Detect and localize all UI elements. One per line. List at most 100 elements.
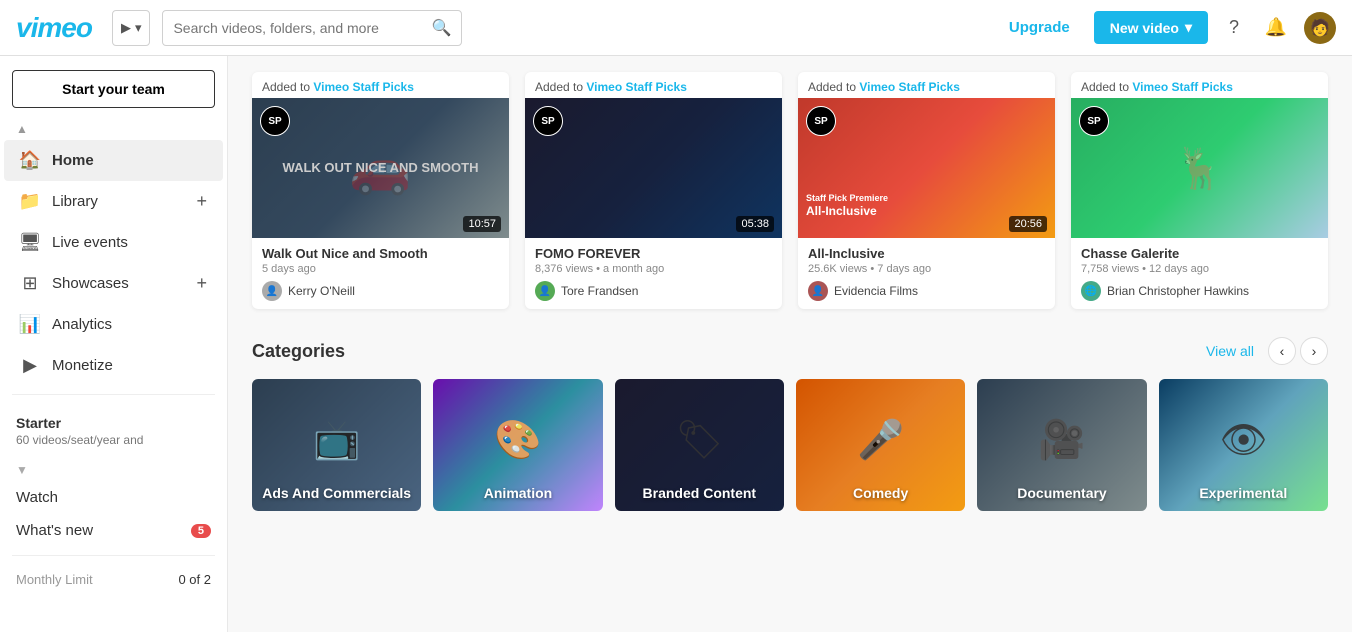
experimental-icon: 👁	[1219, 419, 1267, 463]
comedy-icon: 🎤	[857, 419, 904, 463]
video-info: Chasse Galerite 7,758 views • 12 days ag…	[1071, 238, 1328, 309]
help-icon[interactable]: ?	[1220, 14, 1248, 42]
sidebar-divider	[12, 394, 215, 395]
video-author: 👤 Evidencia Films	[808, 281, 1045, 301]
card-tag: Added to Vimeo Staff Picks	[798, 72, 1055, 98]
sidebar-item-analytics[interactable]: 📊 Analytics	[4, 304, 223, 345]
video-meta: 5 days ago	[262, 263, 499, 275]
sidebar-item-label: Home	[52, 152, 94, 169]
video-card-4[interactable]: Added to Vimeo Staff Picks 🦌 SP Chasse G…	[1071, 72, 1328, 309]
dropdown-chevron-icon: ▾	[135, 20, 142, 36]
author-avatar: 🌐	[1081, 281, 1101, 301]
header: vimeo ▶ ▾ 🔍 Upgrade New video ▾ ? 🔔 🧑	[0, 0, 1352, 56]
starter-title: Starter	[16, 415, 211, 431]
monthly-limit-row: Monthly Limit 0 of 2	[0, 564, 227, 595]
video-author: 👤 Kerry O'Neill	[262, 281, 499, 301]
starter-subtitle: 60 videos/seat/year and	[16, 433, 211, 447]
sp-badge: SP	[1079, 106, 1109, 136]
sidebar-item-whats-new[interactable]: What's new 5	[0, 514, 227, 547]
video-card-2[interactable]: Added to Vimeo Staff Picks SP 05:38 FOMO…	[525, 72, 782, 309]
video-info: All-Inclusive 25.6K views • 7 days ago 👤…	[798, 238, 1055, 309]
sidebar-item-live-events[interactable]: 🖥 Live events	[4, 222, 223, 263]
search-type-btn[interactable]: ▶ ▾	[112, 10, 151, 46]
home-icon: 🏠	[20, 150, 40, 171]
sidebar-item-monetize[interactable]: ▶ Monetize	[4, 345, 223, 386]
header-icons: ? 🔔 🧑	[1220, 12, 1336, 44]
video-thumbnail: 🚗 WALK OUT NICE AND SMOOTH SP 10:57	[252, 98, 509, 238]
library-icon: 📁	[20, 191, 40, 212]
category-label: Animation	[433, 485, 602, 501]
category-animation[interactable]: 🎨 Animation	[433, 379, 602, 511]
sidebar-item-label: Live events	[52, 234, 128, 251]
video-card-1[interactable]: Added to Vimeo Staff Picks 🚗 WALK OUT NI…	[252, 72, 509, 309]
sidebar-item-label: Monetize	[52, 357, 113, 374]
category-comedy[interactable]: 🎤 Comedy	[796, 379, 965, 511]
sidebar-item-label: Showcases	[52, 275, 129, 292]
category-branded[interactable]: 🏷 Branded Content	[615, 379, 784, 511]
categories-grid: 📺 Ads And Commercials 🎨 Animation 🏷 Bran…	[252, 379, 1328, 511]
sidebar-item-label: Library	[52, 193, 98, 210]
ads-icon: 📺	[313, 419, 360, 463]
sidebar-item-showcases[interactable]: ⊞ Showcases +	[4, 263, 223, 304]
staff-picks-grid: Added to Vimeo Staff Picks 🚗 WALK OUT NI…	[252, 72, 1328, 309]
watch-label: Watch	[16, 489, 58, 506]
notifications-icon[interactable]: 🔔	[1262, 14, 1290, 42]
new-video-button[interactable]: New video ▾	[1094, 11, 1208, 44]
video-author: 👤 Tore Frandsen	[535, 281, 772, 301]
monthly-limit-value: 0 of 2	[178, 572, 211, 587]
animation-icon: 🎨	[494, 419, 541, 463]
whats-new-badge: 5	[191, 524, 211, 538]
categories-next-button[interactable]: ›	[1300, 337, 1328, 365]
sp-badge: SP	[533, 106, 563, 136]
category-label: Comedy	[796, 485, 965, 501]
sidebar-item-home[interactable]: 🏠 Home	[4, 140, 223, 181]
sidebar-item-label: Analytics	[52, 316, 112, 333]
video-meta: 25.6K views • 7 days ago	[808, 263, 1045, 275]
video-thumbnail: SP 05:38	[525, 98, 782, 238]
main-content: Added to Vimeo Staff Picks 🚗 WALK OUT NI…	[228, 56, 1352, 632]
category-label: Branded Content	[615, 485, 784, 501]
category-label: Experimental	[1159, 485, 1328, 501]
analytics-icon: 📊	[20, 314, 40, 335]
search-input[interactable]	[173, 20, 425, 36]
monetize-icon: ▶	[20, 355, 40, 376]
video-icon: ▶	[121, 20, 131, 36]
sp-badge: SP	[260, 106, 290, 136]
author-avatar: 👤	[535, 281, 555, 301]
showcases-icon: ⊞	[20, 273, 40, 294]
avatar[interactable]: 🧑	[1304, 12, 1336, 44]
video-info: Walk Out Nice and Smooth 5 days ago 👤 Ke…	[252, 238, 509, 309]
starter-info: Starter 60 videos/seat/year and	[0, 403, 227, 459]
start-team-button[interactable]: Start your team	[12, 70, 215, 108]
sidebar-item-watch[interactable]: Watch	[0, 481, 227, 514]
category-documentary[interactable]: 🎥 Documentary	[977, 379, 1146, 511]
video-title: All-Inclusive	[808, 246, 1045, 261]
search-icon[interactable]: 🔍	[432, 18, 452, 38]
video-duration: 05:38	[736, 216, 774, 232]
documentary-icon: 🎥	[1038, 419, 1085, 463]
whats-new-label: What's new	[16, 522, 93, 539]
video-title: Walk Out Nice and Smooth	[262, 246, 499, 261]
sidebar-nav: 🏠 Home 📁 Library + 🖥 Live events ⊞ Showc…	[0, 140, 227, 386]
category-ads[interactable]: 📺 Ads And Commercials	[252, 379, 421, 511]
video-meta: 7,758 views • 12 days ago	[1081, 263, 1318, 275]
categories-title: Categories	[252, 341, 345, 362]
category-label: Ads And Commercials	[252, 485, 421, 501]
upgrade-button[interactable]: Upgrade	[997, 11, 1082, 44]
category-label: Documentary	[977, 485, 1146, 501]
branded-icon: 🏷	[675, 419, 723, 463]
author-avatar: 👤	[262, 281, 282, 301]
video-meta: 8,376 views • a month ago	[535, 263, 772, 275]
add-showcase-icon[interactable]: +	[196, 273, 207, 294]
live-events-icon: 🖥	[20, 232, 40, 253]
video-thumbnail: 🦌 SP	[1071, 98, 1328, 238]
view-all-link[interactable]: View all	[1206, 343, 1254, 359]
sidebar-item-library[interactable]: 📁 Library +	[4, 181, 223, 222]
categories-prev-button[interactable]: ‹	[1268, 337, 1296, 365]
video-author: 🌐 Brian Christopher Hawkins	[1081, 281, 1318, 301]
video-duration: 20:56	[1009, 216, 1047, 232]
video-card-3[interactable]: Added to Vimeo Staff Picks Staff Pick Pr…	[798, 72, 1055, 309]
category-experimental[interactable]: 👁 Experimental	[1159, 379, 1328, 511]
vimeo-logo[interactable]: vimeo	[16, 12, 92, 44]
add-library-icon[interactable]: +	[196, 191, 207, 212]
